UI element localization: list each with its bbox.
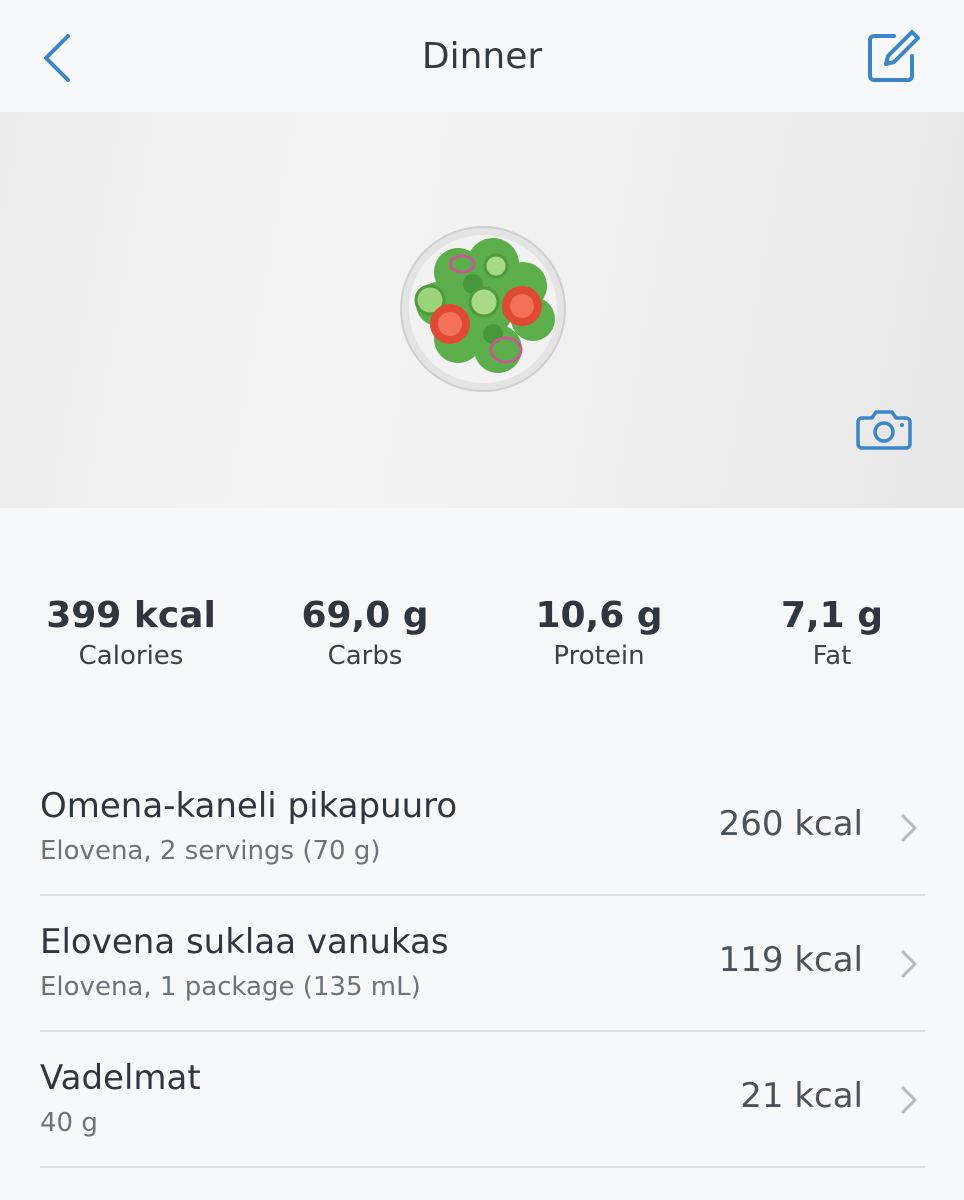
camera-button[interactable] xyxy=(856,408,912,450)
food-detail: Elovena, 2 servings (70 g) xyxy=(40,836,381,866)
macro-value: 7,1 g xyxy=(780,595,884,636)
edit-button[interactable] xyxy=(862,26,922,86)
camera-icon xyxy=(856,410,912,450)
macro-summary: 399 kcal Calories 69,0 g Carbs 10,6 g Pr… xyxy=(0,592,964,682)
macro-value: 399 kcal xyxy=(46,595,216,636)
macro-label: Carbs xyxy=(327,641,403,671)
food-item-omena-kaneli-pikapuuro[interactable]: Omena-kaneli pikapuuro Elovena, 2 servin… xyxy=(40,760,925,896)
food-detail: 40 g xyxy=(40,1108,98,1138)
macro-label: Protein xyxy=(553,641,645,671)
food-item-elovena-suklaa-vanukas[interactable]: Elovena suklaa vanukas Elovena, 1 packag… xyxy=(40,896,925,1032)
food-name: Vadelmat xyxy=(40,1058,201,1098)
chevron-right-icon xyxy=(901,1086,917,1114)
macro-label: Calories xyxy=(78,641,184,671)
page-title: Dinner xyxy=(421,36,543,77)
edit-icon xyxy=(868,30,920,82)
food-name: Omena-kaneli pikapuuro xyxy=(40,786,458,826)
food-detail: Elovena, 1 package (135 mL) xyxy=(40,972,421,1002)
food-name: Elovena suklaa vanukas xyxy=(40,922,449,962)
macro-value: 69,0 g xyxy=(301,595,429,636)
macro-label: Fat xyxy=(812,641,852,671)
food-item-vadelmat[interactable]: Vadelmat 40 g 21 kcal xyxy=(40,1032,925,1168)
nav-bar: Dinner xyxy=(0,0,964,112)
macro-fat: 7,1 g Fat xyxy=(722,592,942,672)
food-kcal: 119 kcal xyxy=(718,940,863,980)
macro-calories: 399 kcal Calories xyxy=(21,592,241,672)
salad-image xyxy=(400,226,566,392)
macro-carbs: 69,0 g Carbs xyxy=(255,592,475,672)
food-kcal: 21 kcal xyxy=(740,1076,863,1116)
chevron-right-icon xyxy=(901,814,917,842)
macro-value: 10,6 g xyxy=(535,595,663,636)
meal-photo-area xyxy=(0,112,964,508)
chevron-right-icon xyxy=(901,950,917,978)
macro-protein: 10,6 g Protein xyxy=(489,592,709,672)
food-kcal: 260 kcal xyxy=(718,804,863,844)
